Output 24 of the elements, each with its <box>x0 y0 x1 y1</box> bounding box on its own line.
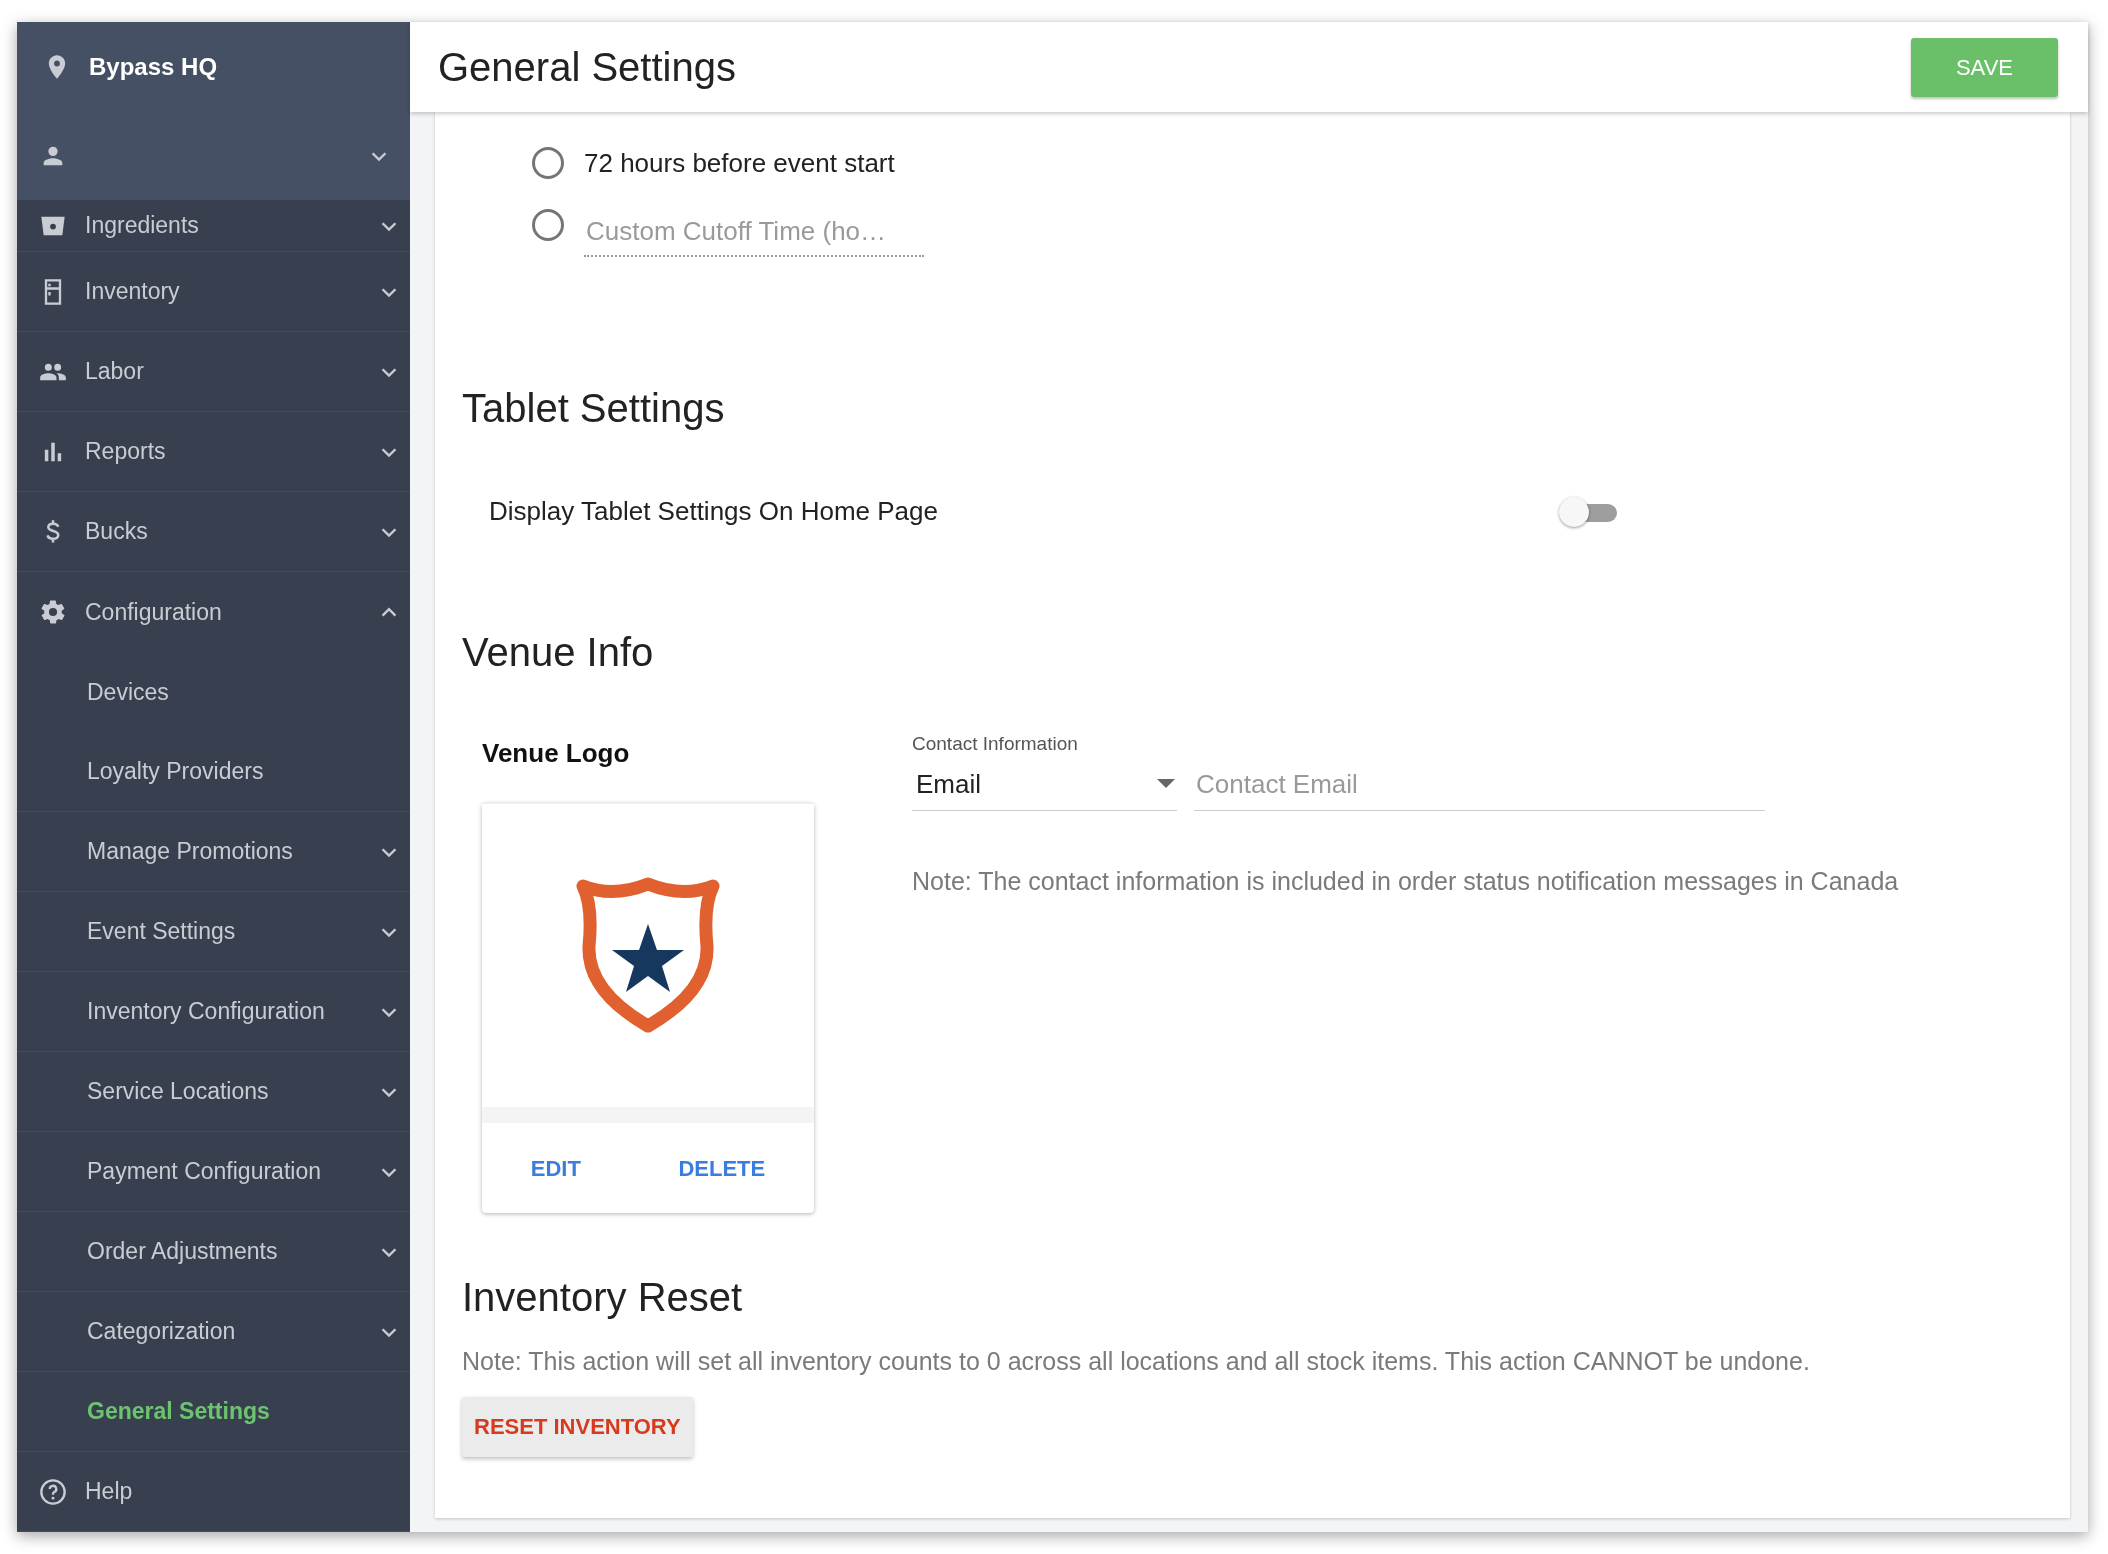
section-heading: Venue Info <box>462 629 655 676</box>
sidebar-item[interactable]: Configuration <box>17 572 410 652</box>
sidebar-item[interactable]: Ingredients <box>17 200 410 252</box>
settings-icon <box>39 598 67 626</box>
section-heading: Inventory Reset <box>462 1274 744 1321</box>
radio-label: 72 hours before event start <box>584 146 895 180</box>
toggle-switch[interactable] <box>1559 496 1617 527</box>
page-title: General Settings <box>438 44 736 91</box>
contact-type-dropdown[interactable]: Email <box>912 760 1177 811</box>
dropdown-caret-icon <box>1157 779 1175 789</box>
note-text: Note: This action will set all inventory counts to 0 across all locations and all stock items. This action CANNOT be undone. <box>462 1346 1811 1377</box>
section-heading: Tablet Settings <box>462 385 726 432</box>
help-icon <box>39 1477 67 1506</box>
note-text: Note: The contact information is included in order status notification messages in Canada <box>912 865 1899 897</box>
venue-name: Bypass HQ <box>89 52 218 82</box>
field-label: Contact Information <box>912 732 1079 756</box>
setting-label: Display Tablet Settings On Home Page <box>489 495 939 528</box>
logo-action-button[interactable]: EDIT <box>524 1150 587 1186</box>
reset-inventory-button[interactable]: RESET INVENTORY <box>462 1396 693 1457</box>
radio-button[interactable] <box>532 147 564 179</box>
logo-action-button[interactable]: DELETE <box>672 1150 772 1186</box>
sidebar-subitem[interactable]: Devices <box>17 652 410 732</box>
radio-button[interactable] <box>532 209 564 241</box>
logo-label: Venue Logo <box>482 737 631 770</box>
